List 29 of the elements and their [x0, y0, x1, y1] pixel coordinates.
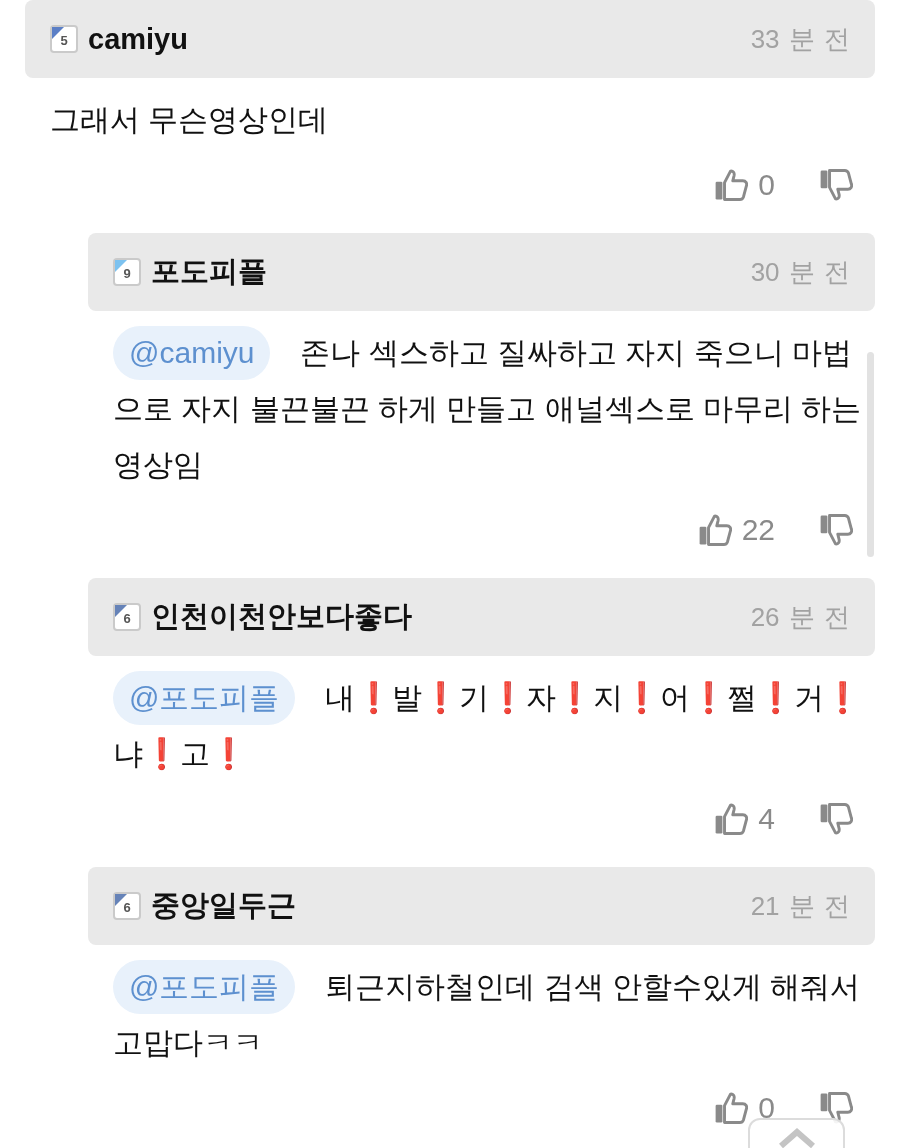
comment-text: @포도피플 퇴근지하철인데 검색 안할수있게 해줘서 고맙다ㅋㅋ — [88, 959, 864, 1071]
timestamp: 21 분 전 — [750, 889, 850, 923]
username[interactable]: 인천이천안보다좋다 — [151, 597, 412, 637]
like-count: 0 — [758, 1091, 775, 1125]
level-number: 6 — [123, 899, 131, 915]
thumbs-up-icon[interactable] — [714, 1091, 749, 1125]
scrollbar-thumb[interactable] — [867, 352, 874, 557]
thumbs-up-icon[interactable] — [714, 802, 749, 836]
thumbs-down-icon[interactable] — [819, 513, 853, 547]
like-count: 4 — [758, 802, 775, 836]
timestamp: 26 분 전 — [750, 600, 850, 634]
comment-text: @camiyu 존나 섹스하고 질싸하고 자지 죽으니 마법으로 자지 불끈불끈 하게 만들고 애널섹스로 마무리 하는 영상임 — [88, 325, 864, 493]
username[interactable]: 중앙일두근 — [151, 886, 296, 926]
comment-text: @포도피플 내❗발❗기❗자❗지❗어❗쩔❗거❗냐❗고❗ — [88, 670, 864, 782]
thumbs-down-icon[interactable] — [819, 168, 853, 202]
thumbs-down-icon[interactable] — [819, 802, 853, 836]
level-number: 6 — [123, 610, 131, 626]
thumbs-up-icon[interactable] — [714, 168, 749, 202]
like-count: 22 — [741, 513, 775, 547]
username[interactable]: camiyu — [88, 22, 188, 56]
timestamp: 33 분 전 — [750, 22, 850, 56]
level-number: 9 — [123, 265, 131, 281]
thumbs-up-icon[interactable] — [697, 513, 732, 547]
level-number: 5 — [60, 32, 68, 48]
timestamp: 30 분 전 — [750, 255, 850, 289]
comment-text: 그래서 무슨영상인데 — [49, 102, 330, 138]
like-count: 0 — [758, 168, 775, 202]
chevron-up-icon — [776, 1128, 817, 1148]
username[interactable]: 포도피플 — [151, 252, 267, 292]
